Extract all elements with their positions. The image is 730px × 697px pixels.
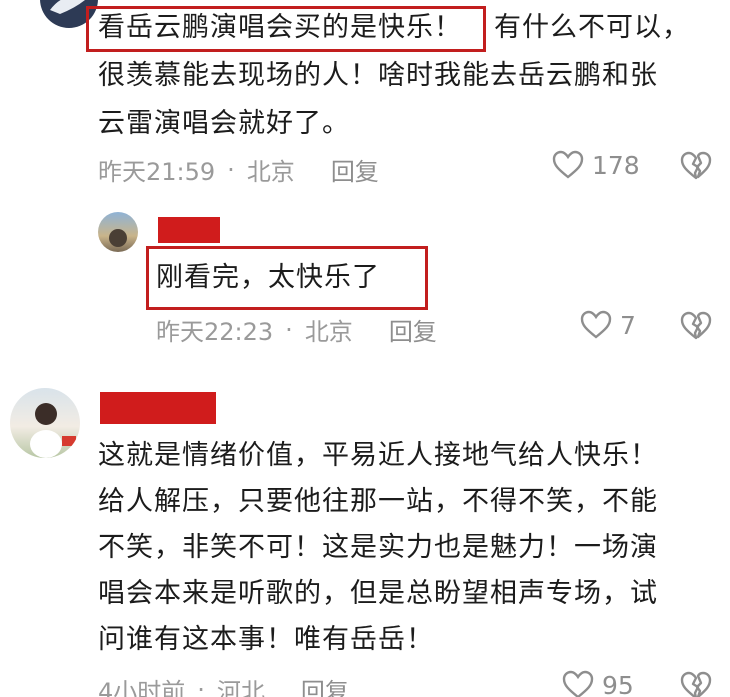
comment-text: 不笑，非笑不可！这是实力也是魅力！一场演 [98,532,658,563]
comment-text: 有什么不可以， [494,12,690,43]
like-count: 178 [592,150,640,180]
like-button[interactable]: 7 [580,310,636,340]
separator-dot: · [227,155,235,184]
like-count: 95 [602,670,634,697]
location: 北京 [246,158,295,186]
timestamp: 4小时前 [98,678,186,697]
broken-heart-icon [680,311,712,340]
location: 河北 [216,678,265,697]
reply-button[interactable]: 回复 [389,312,437,347]
reply-button[interactable]: 回复 [331,152,379,187]
separator-dot: · [197,675,205,697]
heart-outline-icon [562,670,594,697]
reply-text: 刚看完，太快乐了 [156,262,380,293]
comment-meta: 昨天21:59 · 北京 回复 [98,152,379,187]
avatar-image-icon [109,229,127,247]
broken-heart-icon [680,671,712,697]
comment-text: 给人解压，只要他往那一站，不得不笑，不能 [98,486,658,517]
comment-text: 问谁有这本事！唯有岳岳！ [98,624,434,655]
dislike-button[interactable] [680,671,712,697]
avatar[interactable] [98,212,138,252]
comment-text: 很羡慕能去现场的人！啥时我能去岳云鹏和张 [98,60,658,91]
comment-meta: 4小时前 · 河北 回复 [98,672,349,697]
timestamp: 昨天21:59 [98,158,216,186]
broken-heart-icon [680,151,712,180]
comment-text: 云雷演唱会就好了。 [98,108,350,139]
redacted-username [100,392,216,424]
dislike-button[interactable] [680,151,712,185]
avatar[interactable] [10,388,80,458]
comment-text: 这就是情绪价值，平易近人接地气给人快乐！ [98,440,658,471]
reply-meta: 昨天22:23 · 北京 回复 [156,312,437,347]
heart-outline-icon [580,310,612,339]
dislike-button[interactable] [680,311,712,345]
like-count: 7 [620,310,636,340]
location: 北京 [304,318,353,346]
like-button[interactable]: 178 [552,150,640,180]
reply-button[interactable]: 回复 [301,672,349,697]
comment-text-highlight: 看岳云鹏演唱会买的是快乐！ [98,12,462,43]
redacted-username [158,217,220,243]
separator-dot: · [285,315,293,344]
like-button[interactable]: 95 [562,670,634,697]
heart-outline-icon [552,150,584,179]
timestamp: 昨天22:23 [156,318,274,346]
comment-text: 唱会本来是听歌的，但是总盼望相声专场，试 [98,578,658,609]
avatar-image-icon [30,403,76,458]
